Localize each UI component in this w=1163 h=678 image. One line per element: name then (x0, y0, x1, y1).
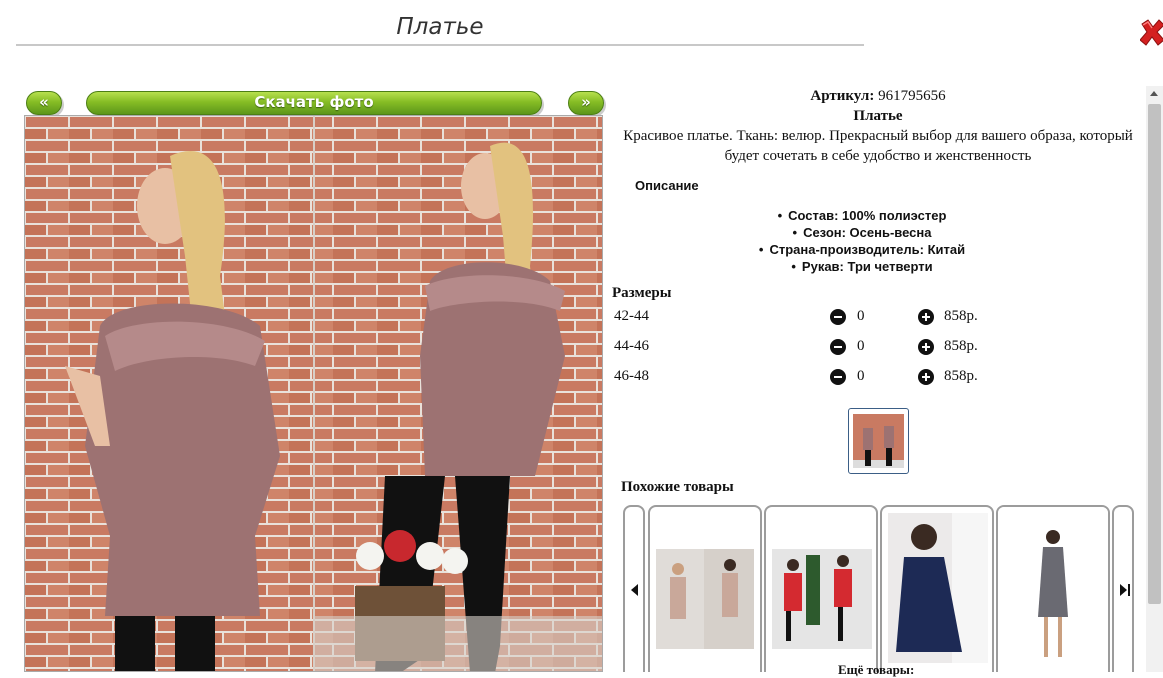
spec-list: Состав: 100% полиэстер Сезон: Осень-весн… (612, 207, 1144, 275)
scroll-up-icon[interactable] (1146, 86, 1163, 103)
size-price: 858р. (944, 338, 978, 354)
sku-label: Артикул: (810, 88, 875, 104)
similar-next-button[interactable] (1112, 505, 1134, 672)
size-quantity: 0 (857, 338, 865, 354)
similar-item[interactable] (764, 505, 878, 672)
size-row: 46-48 0 858р. (612, 362, 1144, 392)
product-name: Платье (853, 108, 903, 124)
scrollbar-thumb[interactable] (1148, 104, 1161, 604)
spec-item: Состав: 100% полиэстер (612, 207, 1112, 224)
product-photo (24, 115, 603, 672)
spec-item: Рукав: Три четверти (612, 258, 1112, 275)
title-divider (16, 44, 864, 46)
size-price: 858р. (944, 308, 978, 324)
size-quantity: 0 (857, 368, 865, 384)
sizes-heading: Размеры (612, 285, 672, 301)
spec-item: Сезон: Осень-весна (612, 224, 1112, 241)
page-title: Платье (396, 14, 484, 40)
similar-prev-button[interactable] (623, 505, 645, 672)
description-heading: Описание (635, 178, 699, 193)
size-label: 42-44 (614, 308, 649, 324)
similar-item[interactable] (880, 505, 994, 672)
sku-line: Артикул: 961795656 (612, 86, 1144, 106)
product-info: Артикул: 961795656 Платье Красивое плать… (612, 86, 1144, 392)
variant-thumbnail[interactable] (848, 408, 909, 474)
sku-value: 961795656 (878, 88, 946, 104)
size-label: 44-46 (614, 338, 649, 354)
next-photo-button[interactable]: » (568, 91, 604, 115)
similar-item[interactable] (996, 505, 1110, 672)
next-icon (1119, 583, 1130, 596)
download-photo-button[interactable]: Скачать фото (86, 91, 542, 115)
close-icon[interactable] (1139, 16, 1163, 48)
similar-heading: Похожие товары (621, 479, 734, 495)
minus-icon[interactable] (830, 309, 846, 325)
size-row: 42-44 0 858р. (612, 302, 1144, 332)
plus-icon[interactable] (918, 309, 934, 325)
similar-item[interactable] (648, 505, 762, 672)
prev-photo-button[interactable]: « (26, 91, 62, 115)
plus-icon[interactable] (918, 369, 934, 385)
more-items-heading: Ещё товары: (838, 662, 915, 677)
minus-icon[interactable] (830, 369, 846, 385)
size-price: 858р. (944, 368, 978, 384)
prev-icon (630, 583, 638, 596)
size-row: 44-46 0 858р. (612, 332, 1144, 362)
minus-icon[interactable] (830, 339, 846, 355)
product-description: Красивое платье. Ткань: велюр. Прекрасны… (623, 128, 1133, 164)
spec-item: Страна-производитель: Китай (612, 241, 1112, 258)
size-label: 46-48 (614, 368, 649, 384)
plus-icon[interactable] (918, 339, 934, 355)
size-quantity: 0 (857, 308, 865, 324)
